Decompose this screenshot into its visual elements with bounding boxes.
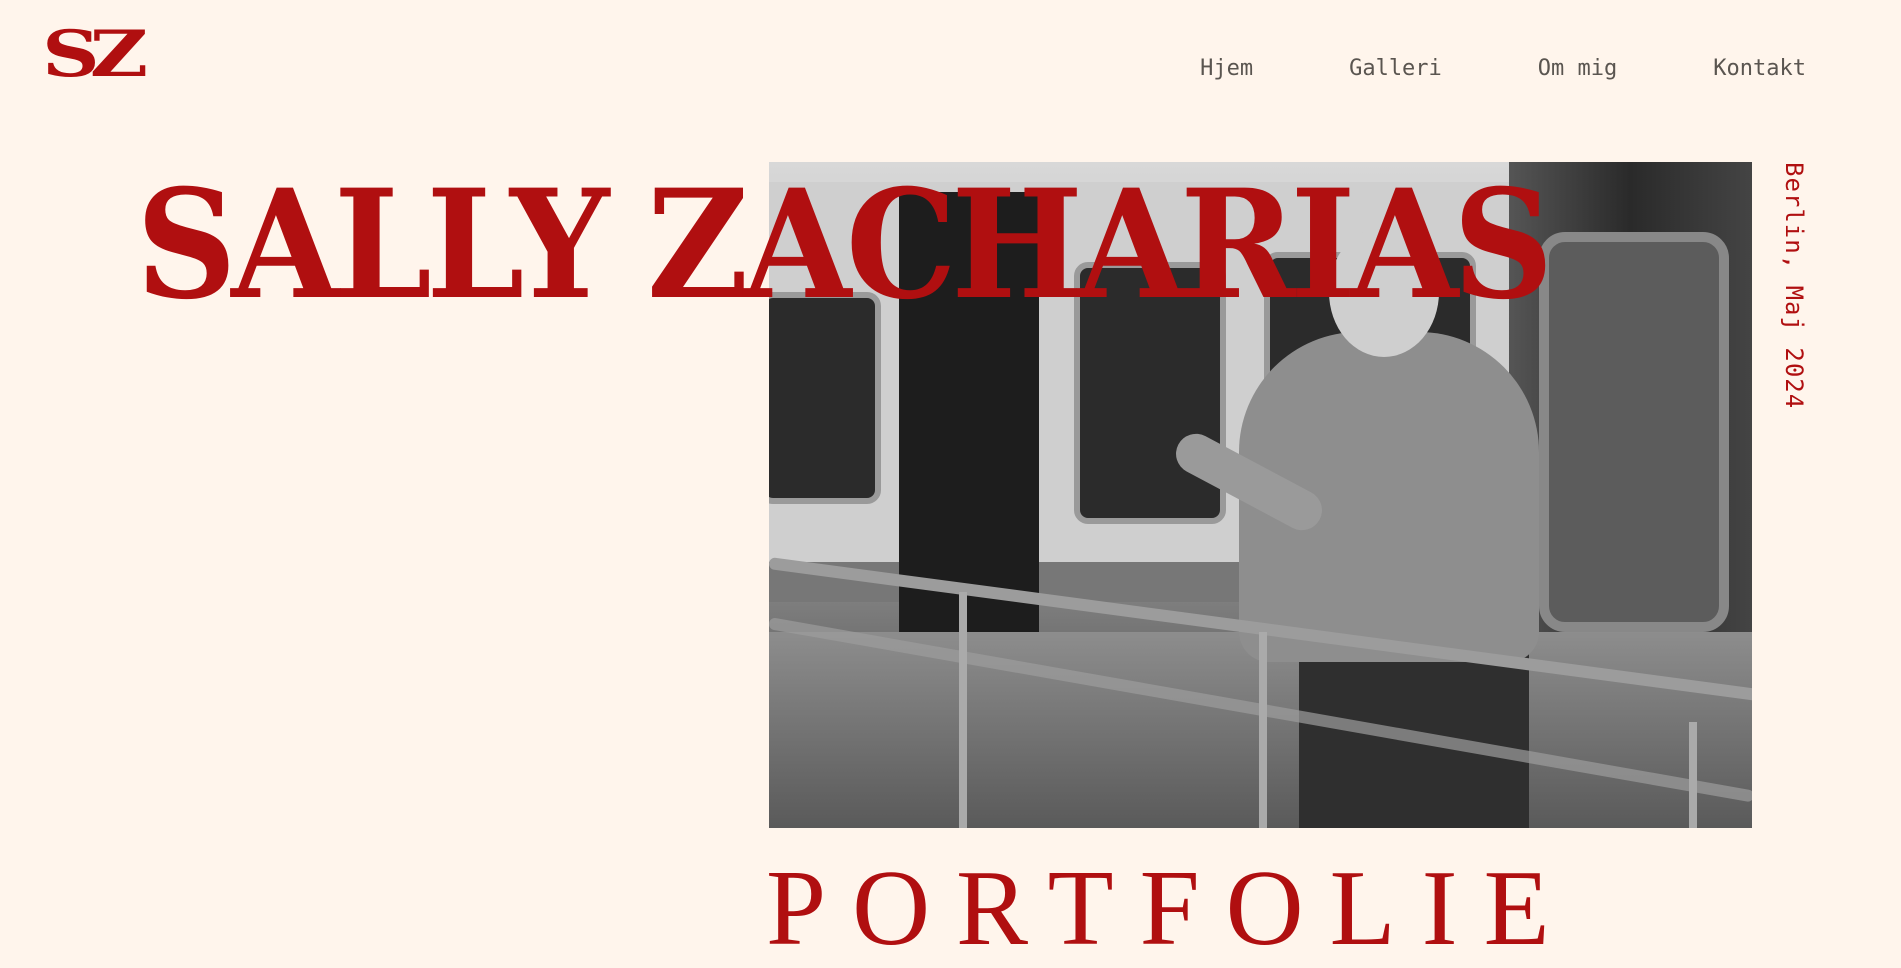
main-nav: Hjem Galleri Om mig Kontakt (1200, 56, 1806, 81)
logo[interactable]: SZ (42, 18, 182, 92)
nav-link-om-mig[interactable]: Om mig (1538, 56, 1617, 81)
portfolio-heading: PORTFOLIE (766, 849, 1576, 968)
nav-link-hjem[interactable]: Hjem (1200, 56, 1253, 81)
nav-link-kontakt[interactable]: Kontakt (1713, 56, 1806, 81)
nav-link-galleri[interactable]: Galleri (1349, 56, 1442, 81)
location-date-caption: Berlin, Maj 2024 (1780, 162, 1808, 410)
hero-name: SALLY ZACHARIAS (136, 157, 1554, 333)
